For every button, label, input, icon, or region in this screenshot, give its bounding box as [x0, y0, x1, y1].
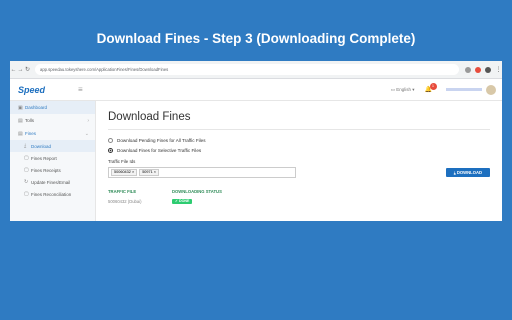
sidebar-item-tolls[interactable]: ▤ Tolls › [10, 114, 95, 127]
sidebar-item-fines[interactable]: ▤ Fines ⌄ [10, 127, 95, 140]
option-selective-files[interactable]: Download Fines for Selective Traffic Fil… [108, 145, 490, 155]
option-all-files[interactable]: Download Pending Fines for All Traffic F… [108, 135, 490, 145]
browser-toolbar: ← → ↻ app.speedau.tokeyshere.com/Applica… [10, 61, 502, 79]
tolls-icon: ▤ [18, 117, 23, 124]
chevron-right-icon: › [87, 117, 89, 124]
url-bar[interactable]: app.speedau.tokeyshere.com/ApplicationFi… [35, 64, 459, 75]
table-row: 50060432 (Dubai) ✓ DONE [108, 199, 490, 204]
reconcile-icon: ▢ [24, 191, 29, 197]
traffic-file-ids-input[interactable]: 50060432 × 50971 × [108, 167, 296, 178]
profile-icon[interactable] [485, 66, 491, 73]
back-icon[interactable]: ← [10, 67, 17, 73]
main-content: Download Fines Download Pending Fines fo… [96, 101, 502, 221]
notification-badge: 1 [429, 83, 437, 90]
url-text: app.speedau.tokeyshere.com/ApplicationFi… [40, 67, 169, 72]
tag-item[interactable]: 50971 × [139, 169, 160, 176]
page-title: Download Fines [108, 111, 191, 123]
status-badge: ✓ DONE [172, 199, 193, 204]
hamburger-menu-icon[interactable]: ≡ [78, 85, 83, 94]
avatar[interactable] [486, 84, 496, 95]
language-selector[interactable]: ▭ English ▾ [391, 87, 415, 93]
sidebar-item-fines-reconciliation[interactable]: ▢ Fines Reconciliation [10, 188, 95, 200]
app-header: Speed ≡ ▭ English ▾ 🔔 1 [10, 79, 502, 101]
dashboard-icon: ▣ [18, 104, 23, 111]
sidebar-item-download[interactable]: ⤓ Download [10, 140, 95, 152]
results-header: TRAFFIC FILE DOWNLOADING STATUS [108, 189, 222, 194]
banner-title: Download Fines - Step 3 (Downloading Com… [96, 31, 416, 46]
sidebar-item-dashboard[interactable]: ▣ Dashboard [10, 101, 95, 114]
report-icon: ▢ [24, 155, 29, 161]
download-icon: ⤓ [24, 143, 27, 149]
notification-bell-icon[interactable]: 🔔 1 [425, 83, 437, 93]
browser-menu-icon[interactable]: ⋮ [495, 66, 502, 73]
bookmark-icon[interactable] [465, 66, 471, 73]
divider [108, 129, 490, 130]
forward-icon[interactable]: → [17, 67, 24, 73]
radio-all[interactable] [108, 137, 113, 143]
radio-selective[interactable] [108, 147, 113, 153]
reload-icon[interactable]: ↻ [24, 66, 31, 73]
chevron-down-icon: ⌄ [84, 130, 89, 137]
download-button[interactable]: ⤓ DOWNLOAD [445, 168, 490, 177]
traffic-file-ids-label: Traffic File Ids [108, 159, 136, 164]
sidebar: ▣ Dashboard ▤ Tolls › ▤ Fines ⌄ ⤓ Download ▢ Fi… [10, 101, 96, 221]
app-logo: Speed [18, 84, 46, 95]
sidebar-item-fines-receipts[interactable]: ▢ Fines Receipts [10, 164, 95, 176]
receipt-icon: ▢ [24, 167, 29, 173]
browser-window: ← → ↻ app.speedau.tokeyshere.com/Applica… [10, 61, 502, 221]
fines-icon: ▤ [18, 130, 23, 137]
extension-icon[interactable] [475, 66, 481, 73]
sidebar-item-fines-report[interactable]: ▢ Fines Report [10, 152, 95, 164]
sidebar-item-update-fines[interactable]: ↻ Update Fines/Email [10, 176, 95, 188]
tag-item[interactable]: 50060432 × [111, 169, 138, 176]
refresh-icon: ↻ [24, 179, 29, 185]
user-name-redacted[interactable] [446, 88, 482, 91]
